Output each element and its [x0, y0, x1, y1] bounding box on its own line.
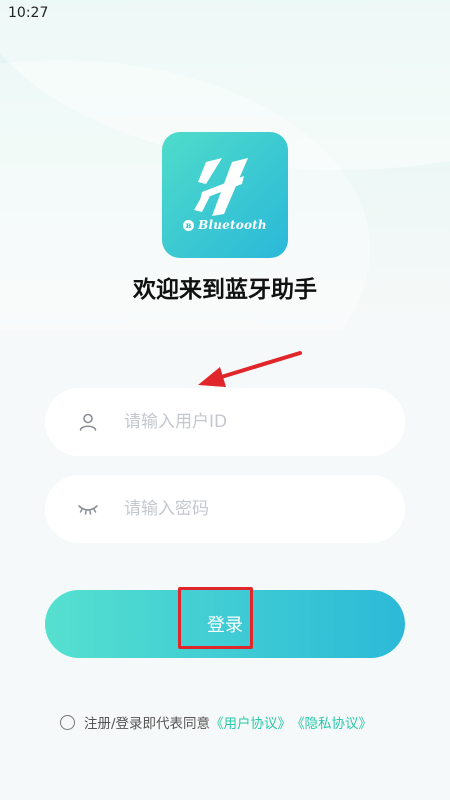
page-title: 欢迎来到蓝牙助手 — [133, 277, 317, 303]
agreement-radio[interactable] — [60, 714, 75, 730]
app-logo: ʙ Bluetooth — [162, 132, 288, 258]
status-bar: 10:27 — [0, 0, 450, 26]
password-input[interactable] — [124, 499, 374, 519]
logo-brand-text: ʙ Bluetooth — [162, 218, 288, 232]
privacy-policy-link[interactable]: 《隐私协议》 — [291, 712, 372, 732]
status-time: 10:27 — [8, 5, 49, 21]
bluetooth-icon: ʙ — [183, 220, 195, 231]
user-icon — [77, 411, 99, 433]
logo-brand-label: Bluetooth — [198, 218, 267, 232]
user-agreement-link[interactable]: 《用户协议》 — [210, 712, 291, 732]
password-field[interactable] — [45, 475, 405, 543]
user-id-input[interactable] — [124, 412, 374, 432]
agreement-row: 注册/登录即代表同意 《用户协议》 《隐私协议》 — [60, 712, 420, 732]
annotation-highlight-box — [178, 587, 253, 649]
user-id-field[interactable] — [45, 388, 405, 456]
annotation-arrow-icon — [198, 351, 302, 387]
agreement-text: 注册/登录即代表同意 — [84, 716, 211, 732]
eye-closed-icon[interactable] — [77, 498, 99, 520]
app-logo-mark-icon — [194, 158, 248, 216]
